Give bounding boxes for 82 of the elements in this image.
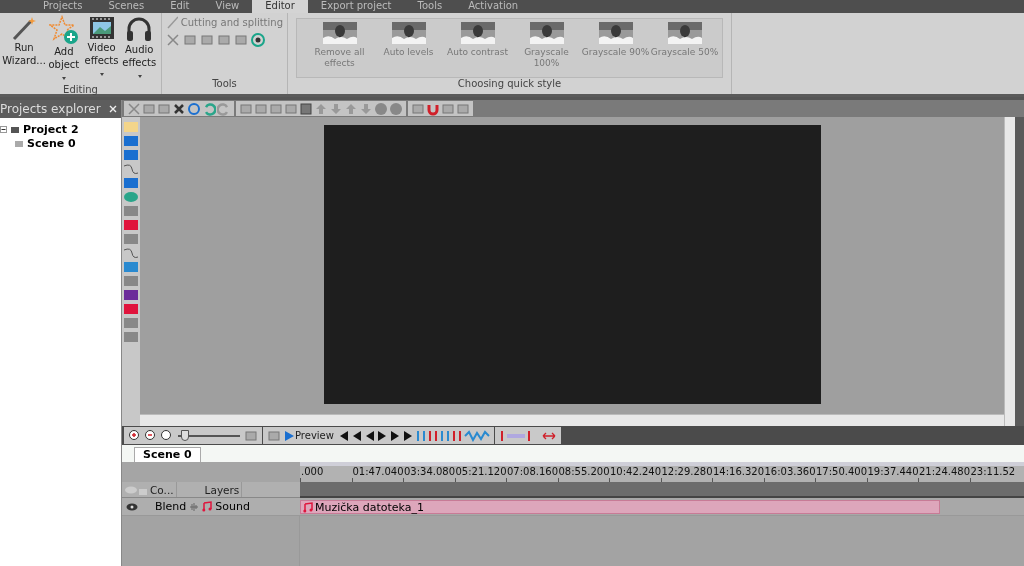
- note-icon: [303, 501, 313, 513]
- project-icon: [10, 124, 20, 134]
- rectangle-icon[interactable]: [123, 149, 139, 161]
- zoom-fit-icon[interactable]: [160, 428, 174, 443]
- collapse-icon[interactable]: [0, 125, 7, 133]
- film-strip-icon: [88, 15, 115, 41]
- menu-tab[interactable]: Export project: [307, 0, 405, 13]
- time-label: 19:37.440: [867, 466, 919, 477]
- subtitle-icon[interactable]: [123, 219, 139, 231]
- time-label: 08:55.200: [558, 466, 610, 477]
- close-icon[interactable]: [109, 105, 117, 113]
- time-label: 01:47.040: [352, 466, 404, 477]
- shape-icon[interactable]: [389, 101, 403, 116]
- track-name: Sound: [215, 500, 250, 513]
- time-label: 23:11.52: [970, 466, 1016, 477]
- time-label: 16:03.360: [764, 466, 816, 477]
- menu-tab[interactable]: Tools: [404, 0, 456, 13]
- arrow-up-icon[interactable]: [344, 101, 358, 116]
- group-title: Editing: [62, 84, 99, 95]
- ribbon-button[interactable]: Video effects: [83, 15, 120, 84]
- time-label: 07:08.160: [507, 466, 559, 477]
- ribbon-button[interactable]: Run Wizard...: [4, 15, 44, 84]
- menu-tab[interactable]: Edit: [157, 0, 203, 13]
- slider-thumb[interactable]: [180, 429, 189, 441]
- frame-icon[interactable]: [299, 101, 313, 116]
- delete-icon[interactable]: [172, 101, 186, 116]
- time-label: 05:21.120: [455, 466, 507, 477]
- menu-tab[interactable]: Scenes: [95, 0, 158, 13]
- wand-icon: [166, 15, 178, 29]
- headphones-icon: [125, 15, 154, 43]
- menu-tab[interactable]: Editor: [252, 0, 308, 13]
- time-label: 12:29.280: [661, 466, 713, 477]
- add-star-icon: [48, 15, 79, 45]
- group-title: Tools: [211, 78, 238, 91]
- column-header: Layers: [202, 482, 243, 497]
- scene-icon: [14, 138, 24, 148]
- audio-clip[interactable]: Muzička datoteka_1: [300, 500, 940, 514]
- redo-icon[interactable]: [217, 101, 231, 116]
- column-header: Co...: [148, 482, 177, 497]
- ribbon-button[interactable]: Audio effects: [121, 15, 157, 84]
- note-icon: [202, 501, 213, 512]
- image-icon[interactable]: [123, 289, 139, 301]
- line-icon[interactable]: [123, 247, 139, 259]
- curve-icon[interactable]: [123, 163, 139, 175]
- scrollbar[interactable]: [1004, 117, 1015, 426]
- rectangle-icon[interactable]: [123, 135, 139, 147]
- note-icon[interactable]: [123, 303, 139, 315]
- zoom-slider[interactable]: [178, 429, 240, 442]
- play-icon: [285, 430, 294, 441]
- time-label: 17:50.400: [816, 466, 868, 477]
- time-label: 03:34.080: [404, 466, 456, 477]
- time-label: .000: [301, 466, 324, 477]
- eye-icon[interactable]: [126, 502, 138, 511]
- arrow-up-icon[interactable]: [314, 101, 328, 116]
- menu-tab[interactable]: Activation: [455, 0, 532, 13]
- rectangle-icon[interactable]: [123, 177, 139, 189]
- ellipse-icon[interactable]: [123, 191, 139, 203]
- play-icon[interactable]: [376, 430, 388, 441]
- tree-item[interactable]: Project 2: [23, 122, 79, 136]
- menu-tab[interactable]: View: [202, 0, 253, 13]
- arrow-down-icon[interactable]: [359, 101, 373, 116]
- ribbon-button[interactable]: Add object: [46, 15, 82, 84]
- zoom-in-icon[interactable]: [128, 428, 142, 443]
- menu-tab[interactable]: Projects: [30, 0, 96, 13]
- shape-icon[interactable]: [374, 101, 388, 116]
- arrow-down-icon[interactable]: [329, 101, 343, 116]
- wrench-icon[interactable]: [251, 33, 265, 47]
- scrollbar[interactable]: [140, 414, 1004, 426]
- tree-item[interactable]: Scene 0: [27, 136, 76, 150]
- time-label: 10:42.240: [610, 466, 662, 477]
- panel-title: Projects explorer: [0, 102, 101, 116]
- time-ruler[interactable]: .000 01:47.04003:34.08005:21.12007:08.16008:55.20010:42.24012:29.28014:16.32016:03.36017:50.40019:37.44021:24.48023:11.52: [300, 462, 1024, 482]
- scene-tab[interactable]: Scene 0: [134, 447, 201, 462]
- blend-mode[interactable]: Blend: [155, 500, 187, 513]
- group-title: Choosing quick style: [456, 78, 563, 91]
- waveform-icon[interactable]: [463, 429, 490, 442]
- chart-icon[interactable]: [123, 261, 139, 273]
- waveform-icon[interactable]: [189, 501, 200, 512]
- time-label: 14:16.320: [713, 466, 765, 477]
- undo-icon[interactable]: [202, 101, 216, 116]
- time-label: 21:24.480: [919, 466, 971, 477]
- zoom-out-icon[interactable]: [144, 428, 158, 443]
